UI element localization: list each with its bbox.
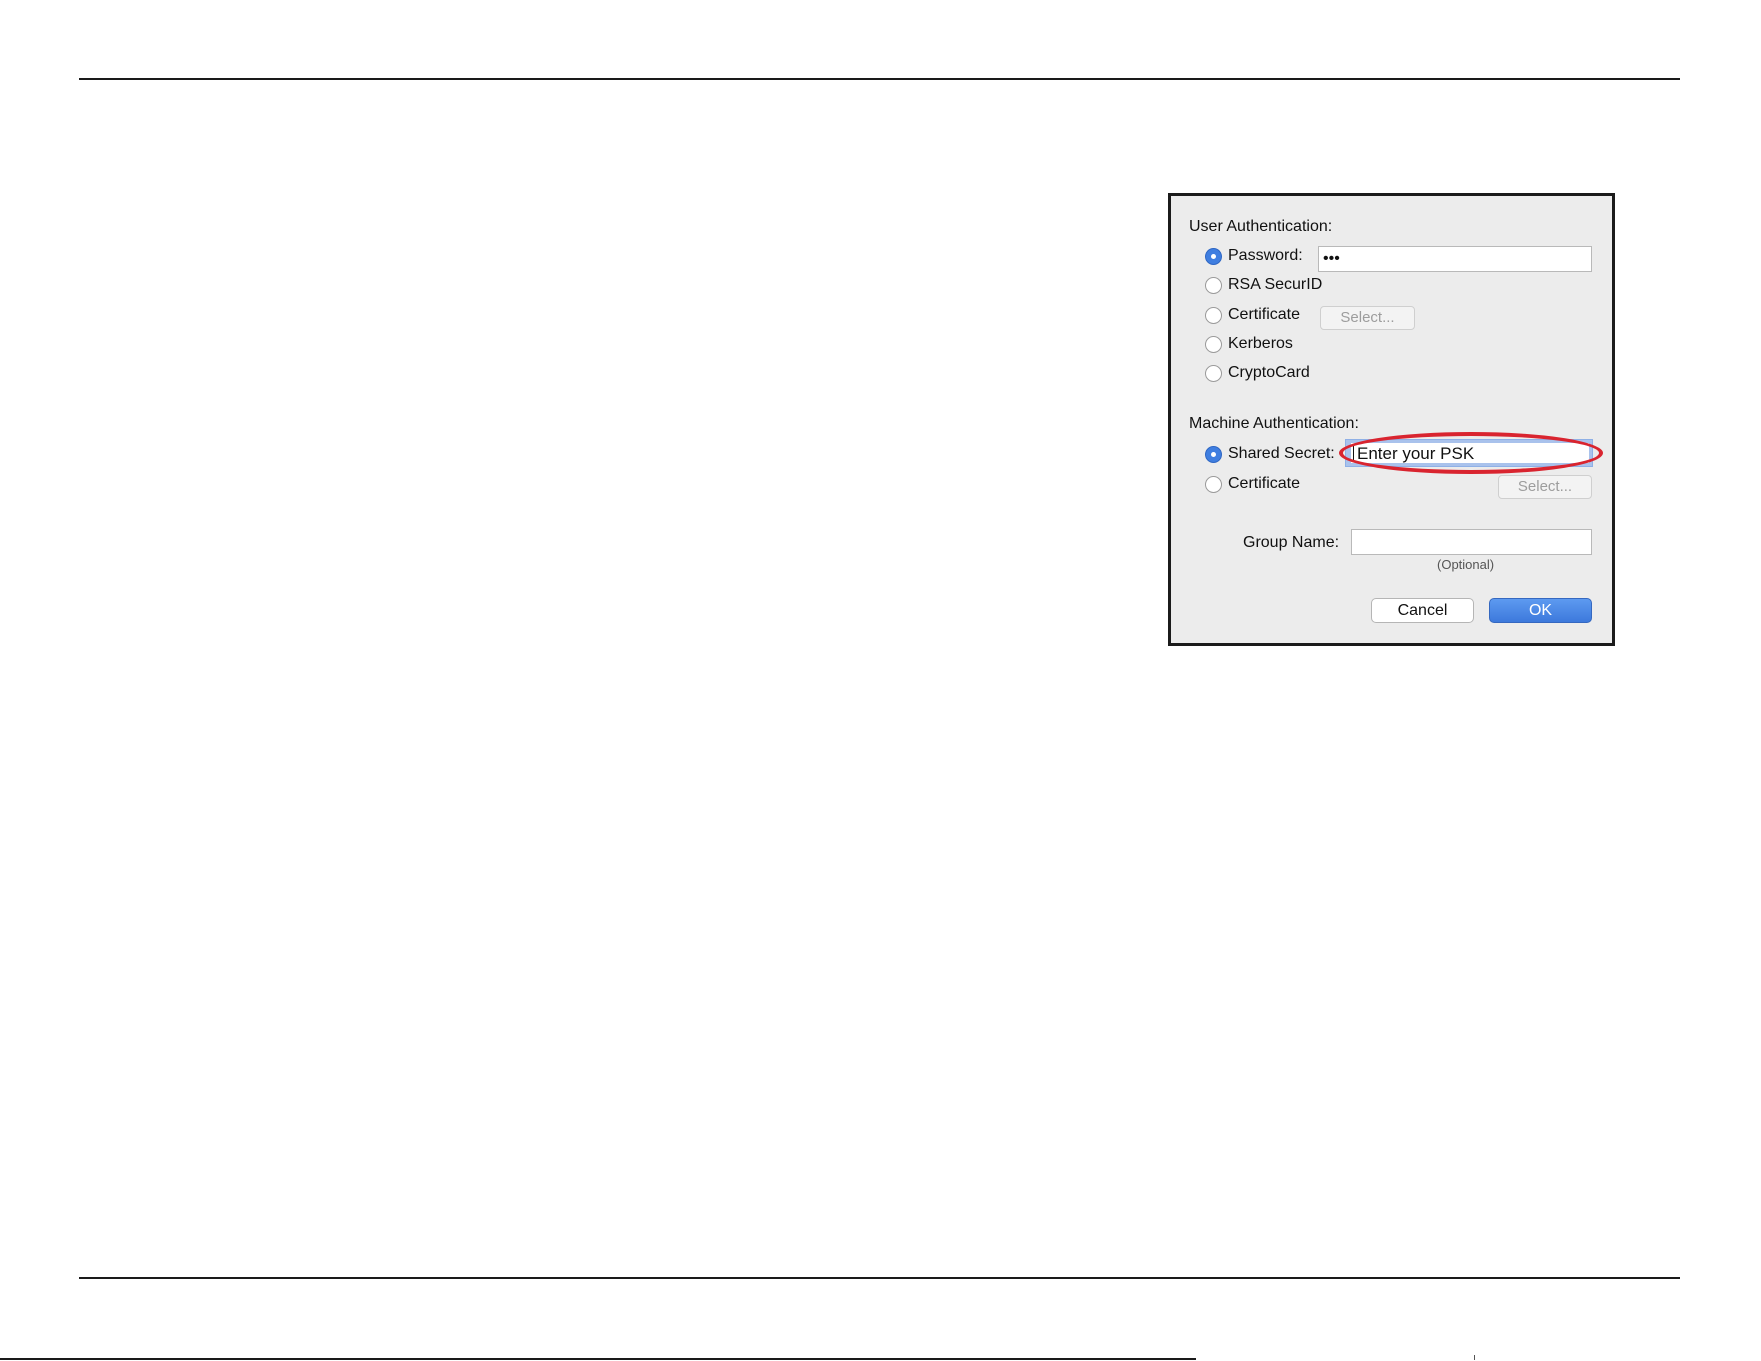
rsa-securid-radio[interactable] [1205,277,1222,294]
header-rule [79,78,1680,80]
highlight-ellipse [1339,432,1603,474]
page-edge-tick [1474,1355,1475,1360]
user-authentication-heading: User Authentication: [1189,218,1333,235]
footer-rule [79,1277,1680,1279]
group-name-label: Group Name: [1243,534,1340,551]
page-edge-rule [0,1358,1196,1360]
kerberos-label: Kerberos [1228,335,1293,352]
shared-secret-radio[interactable] [1205,446,1222,463]
shared-secret-label: Shared Secret: [1228,445,1335,462]
machine-certificate-select-button[interactable]: Select... [1498,475,1592,499]
password-radio[interactable] [1205,248,1222,265]
ok-button[interactable]: OK [1489,598,1592,623]
group-name-field[interactable] [1351,529,1592,555]
cancel-button[interactable]: Cancel [1371,598,1474,623]
password-field[interactable]: ••• [1318,246,1592,272]
machine-authentication-heading: Machine Authentication: [1189,415,1359,432]
cryptocard-label: CryptoCard [1228,364,1310,381]
user-certificate-select-button[interactable]: Select... [1320,306,1415,330]
user-certificate-radio[interactable] [1205,307,1222,324]
machine-certificate-label: Certificate [1228,475,1301,492]
password-label: Password: [1228,247,1303,264]
rsa-securid-label: RSA SecurID [1228,276,1323,293]
user-certificate-label: Certificate [1228,306,1301,323]
machine-certificate-radio[interactable] [1205,476,1222,493]
kerberos-radio[interactable] [1205,336,1222,353]
cryptocard-radio[interactable] [1205,365,1222,382]
authentication-dialog: User Authentication: Password: ••• RSA S… [1168,193,1615,646]
group-name-optional-hint: (Optional) [1437,557,1495,572]
